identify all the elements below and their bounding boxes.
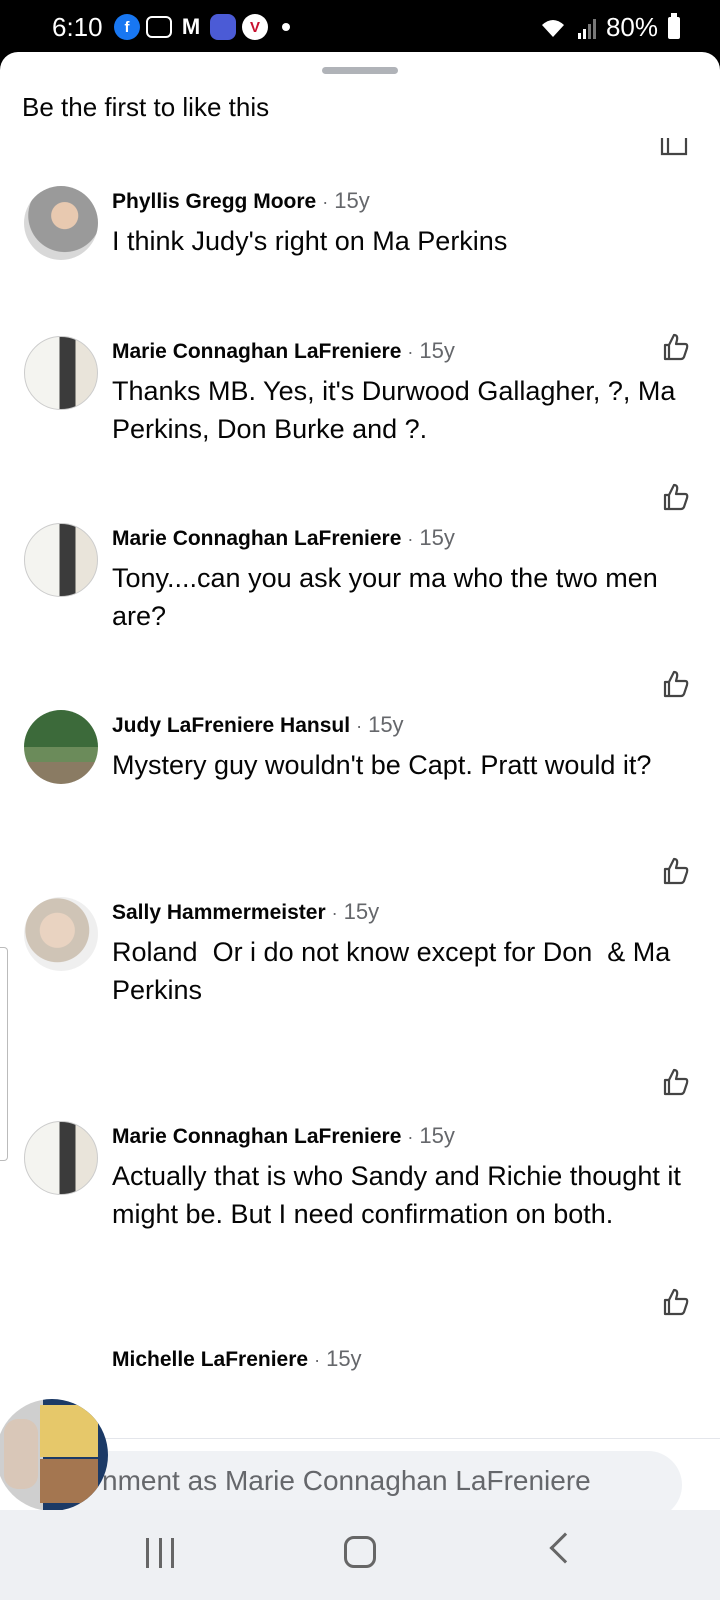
gmail-icon: M (181, 14, 201, 39)
battery-percent: 80% (605, 12, 658, 42)
avatar[interactable] (24, 897, 98, 971)
comment-time[interactable]: 15y (419, 525, 454, 551)
comment-time[interactable]: 15y (419, 1123, 454, 1149)
comment-text: I think Judy's right on Ma Perkins (112, 226, 508, 256)
separator: · (331, 903, 338, 923)
comment-text: Thanks MB. Yes, it's Durwood Gallagher, … (112, 376, 676, 444)
like-icon[interactable] (660, 1067, 690, 1097)
status-bar: 6:10 f M V 80% (0, 0, 720, 52)
battery-icon (668, 12, 680, 39)
dot-icon (282, 23, 290, 31)
comment-text: Roland Or i do not know except for Don &… (112, 937, 678, 1005)
separator: · (407, 529, 414, 549)
avatar (40, 1459, 98, 1503)
system-nav-bar (0, 1510, 720, 1600)
notification-icons: f M V (114, 14, 290, 40)
avatar[interactable] (24, 186, 98, 260)
comment-text: Mystery guy wouldn't be Capt. Pratt woul… (112, 750, 652, 780)
commenter-name[interactable]: Judy LaFreniere Hansul (112, 714, 350, 738)
commenter-name[interactable]: Sally Hammermeister (112, 901, 326, 925)
like-icon[interactable] (660, 669, 690, 699)
like-icon[interactable] (660, 482, 690, 512)
back-button[interactable] (549, 1532, 581, 1564)
commenter-name[interactable]: Michelle LaFreniere (112, 1348, 308, 1372)
commenter-name[interactable]: Marie Connaghan LaFreniere (112, 527, 401, 551)
separator: · (314, 1350, 321, 1370)
avatar[interactable] (24, 710, 98, 784)
like-icon[interactable] (660, 1287, 690, 1317)
status-right: 80% (540, 12, 680, 43)
avatar[interactable] (24, 336, 98, 410)
commenter-name[interactable]: Phyllis Gregg Moore (112, 190, 316, 214)
messages-icon (210, 14, 236, 40)
sheet-title: Be the first to like this (22, 92, 270, 122)
like-icon[interactable] (660, 138, 690, 156)
separator: · (407, 342, 414, 362)
avatar[interactable] (24, 523, 98, 597)
separator: · (356, 716, 363, 736)
status-time: 6:10 (52, 12, 103, 42)
comment-composer: nment as Marie Connaghan LaFreniere (0, 1399, 720, 1510)
comment-time[interactable]: 15y (344, 899, 379, 925)
signal-icon (577, 18, 596, 39)
like-icon[interactable] (660, 332, 690, 362)
commenter-name[interactable]: Marie Connaghan LaFreniere (112, 1125, 401, 1149)
separator: · (322, 192, 329, 212)
avatar (40, 1405, 98, 1457)
likes-comments-sheet: Be the first to like this Phyllis Gregg … (0, 52, 720, 1510)
comment-time[interactable]: 15y (334, 188, 369, 214)
comment-text: Tony....can you ask your ma who the two … (112, 563, 658, 631)
comment-time[interactable]: 15y (419, 338, 454, 364)
avatar[interactable] (24, 1121, 98, 1195)
profile-switcher-avatar[interactable] (0, 1399, 108, 1510)
comment-input-placeholder: nment as Marie Connaghan LaFreniere (102, 1465, 591, 1496)
wifi-icon (541, 19, 564, 37)
home-button[interactable] (344, 1536, 376, 1568)
scroll-indicator[interactable] (0, 947, 8, 1161)
comment-input[interactable]: nment as Marie Connaghan LaFreniere (60, 1451, 682, 1510)
avatar (4, 1419, 38, 1489)
facebook-icon: f (114, 14, 140, 40)
comment-time[interactable]: 15y (368, 712, 403, 738)
separator: · (407, 1127, 414, 1147)
comment-time[interactable]: 15y (326, 1346, 361, 1372)
comment-text: Actually that is who Sandy and Richie th… (112, 1161, 681, 1229)
drag-handle[interactable] (322, 67, 398, 74)
vivaldi-icon: V (242, 14, 268, 40)
like-icon[interactable] (660, 856, 690, 886)
recent-apps-button[interactable] (146, 1538, 174, 1568)
commenter-name[interactable]: Marie Connaghan LaFreniere (112, 340, 401, 364)
camera-icon (146, 16, 172, 38)
